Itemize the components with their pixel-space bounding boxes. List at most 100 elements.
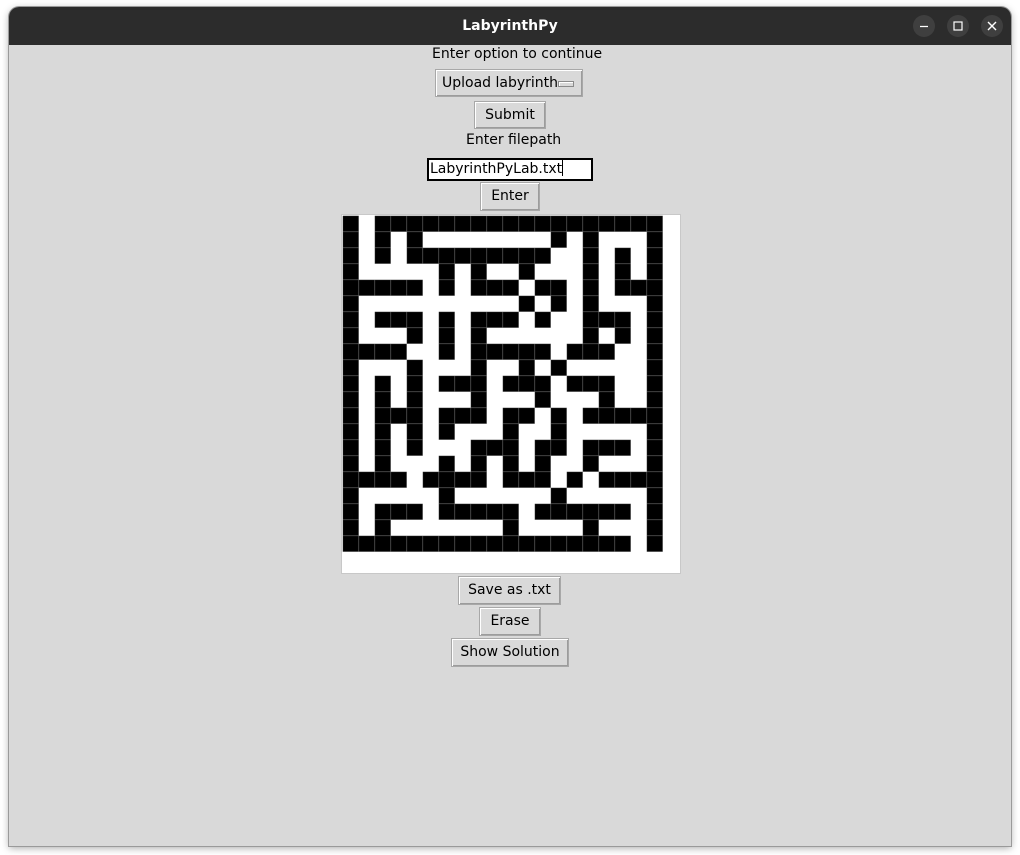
maze-wall-cell	[438, 375, 455, 392]
maze-wall-cell	[470, 343, 487, 360]
show-solution-button[interactable]: Show Solution	[451, 638, 569, 667]
maze-wall-cell	[470, 503, 487, 520]
maze-wall-cell	[534, 343, 551, 360]
maze-wall-cell	[614, 503, 631, 520]
erase-button[interactable]: Erase	[479, 607, 541, 636]
option-prompt-label: Enter option to continue	[432, 46, 603, 62]
maze-wall-cell	[486, 535, 503, 552]
maze-wall-cell	[374, 503, 391, 520]
enter-button[interactable]: Enter	[480, 182, 540, 211]
maze-wall-cell	[470, 471, 487, 488]
maze-wall-cell	[582, 215, 599, 232]
maze-wall-cell	[406, 391, 423, 408]
maze-wall-cell	[582, 407, 599, 424]
maze-wall-cell	[534, 471, 551, 488]
maze-wall-cell	[582, 327, 599, 344]
maze-wall-cell	[358, 535, 375, 552]
option-menu[interactable]: Upload labyrinth	[435, 69, 583, 97]
maze-wall-cell	[438, 247, 455, 264]
submit-button[interactable]: Submit	[474, 101, 546, 129]
maze-wall-cell	[646, 295, 663, 312]
maze-wall-cell	[470, 215, 487, 232]
maze-wall-cell	[406, 359, 423, 376]
maze-wall-cell	[438, 407, 455, 424]
maze-wall-cell	[646, 503, 663, 520]
maze-wall-cell	[550, 279, 567, 296]
maze-wall-cell	[422, 471, 439, 488]
maze-wall-cell	[582, 247, 599, 264]
maze-wall-cell	[518, 295, 535, 312]
maze-wall-cell	[502, 407, 519, 424]
maze-wall-cell	[454, 471, 471, 488]
maze-wall-cell	[422, 215, 439, 232]
maze-wall-cell	[342, 215, 359, 232]
maze-wall-cell	[518, 471, 535, 488]
maze-wall-cell	[406, 215, 423, 232]
labyrinth-canvas[interactable]	[341, 214, 681, 574]
maze-wall-cell	[470, 375, 487, 392]
maze-wall-cell	[614, 535, 631, 552]
maze-wall-cell	[342, 503, 359, 520]
maze-wall-cell	[342, 487, 359, 504]
maze-wall-cell	[438, 311, 455, 328]
maze-wall-cell	[406, 375, 423, 392]
maze-wall-cell	[374, 231, 391, 248]
maze-wall-cell	[502, 279, 519, 296]
maze-wall-cell	[470, 455, 487, 472]
maze-wall-cell	[566, 535, 583, 552]
maze-wall-cell	[470, 439, 487, 456]
maze-wall-cell	[646, 375, 663, 392]
maze-wall-cell	[502, 343, 519, 360]
maze-wall-cell	[630, 279, 647, 296]
maze-wall-cell	[582, 535, 599, 552]
maze-wall-cell	[582, 263, 599, 280]
maze-wall-cell	[502, 439, 519, 456]
save-txt-button[interactable]: Save as .txt	[458, 576, 561, 605]
maze-wall-cell	[646, 439, 663, 456]
maze-wall-cell	[406, 423, 423, 440]
maze-wall-cell	[502, 215, 519, 232]
title-bar[interactable]: LabyrinthPy	[9, 7, 1011, 45]
maze-wall-cell	[406, 311, 423, 328]
maze-wall-cell	[438, 455, 455, 472]
maze-wall-cell	[566, 375, 583, 392]
maze-wall-cell	[646, 247, 663, 264]
maze-wall-cell	[598, 215, 615, 232]
maze-wall-cell	[470, 327, 487, 344]
maze-wall-cell	[582, 455, 599, 472]
maze-wall-cell	[502, 247, 519, 264]
maximize-button[interactable]	[947, 15, 969, 37]
option-menu-value: Upload labyrinth	[442, 75, 559, 91]
maze-wall-cell	[502, 535, 519, 552]
maze-wall-cell	[342, 519, 359, 536]
maze-wall-cell	[454, 535, 471, 552]
minimize-button[interactable]	[913, 15, 935, 37]
maze-wall-cell	[406, 279, 423, 296]
maze-wall-cell	[390, 343, 407, 360]
maze-wall-cell	[486, 311, 503, 328]
maze-wall-cell	[438, 471, 455, 488]
maze-wall-cell	[614, 215, 631, 232]
maze-wall-cell	[646, 535, 663, 552]
minimize-icon	[920, 25, 928, 28]
maze-wall-cell	[598, 407, 615, 424]
maze-wall-cell	[646, 455, 663, 472]
maze-wall-cell	[582, 375, 599, 392]
maze-wall-cell	[342, 247, 359, 264]
maze-wall-cell	[470, 391, 487, 408]
maze-wall-cell	[534, 391, 551, 408]
maze-wall-cell	[598, 503, 615, 520]
maze-wall-cell	[646, 471, 663, 488]
maze-wall-cell	[550, 423, 567, 440]
close-button[interactable]	[981, 15, 1003, 37]
maze-wall-cell	[582, 279, 599, 296]
maze-wall-cell	[438, 215, 455, 232]
filepath-input[interactable]: LabyrinthPyLab.txt	[427, 158, 593, 181]
maze-wall-cell	[646, 423, 663, 440]
maze-wall-cell	[406, 439, 423, 456]
maze-wall-cell	[374, 391, 391, 408]
filepath-prompt-label: Enter filepath	[466, 132, 562, 148]
dropdown-indicator-icon	[558, 81, 574, 87]
maze-wall-cell	[342, 407, 359, 424]
maze-wall-cell	[646, 391, 663, 408]
